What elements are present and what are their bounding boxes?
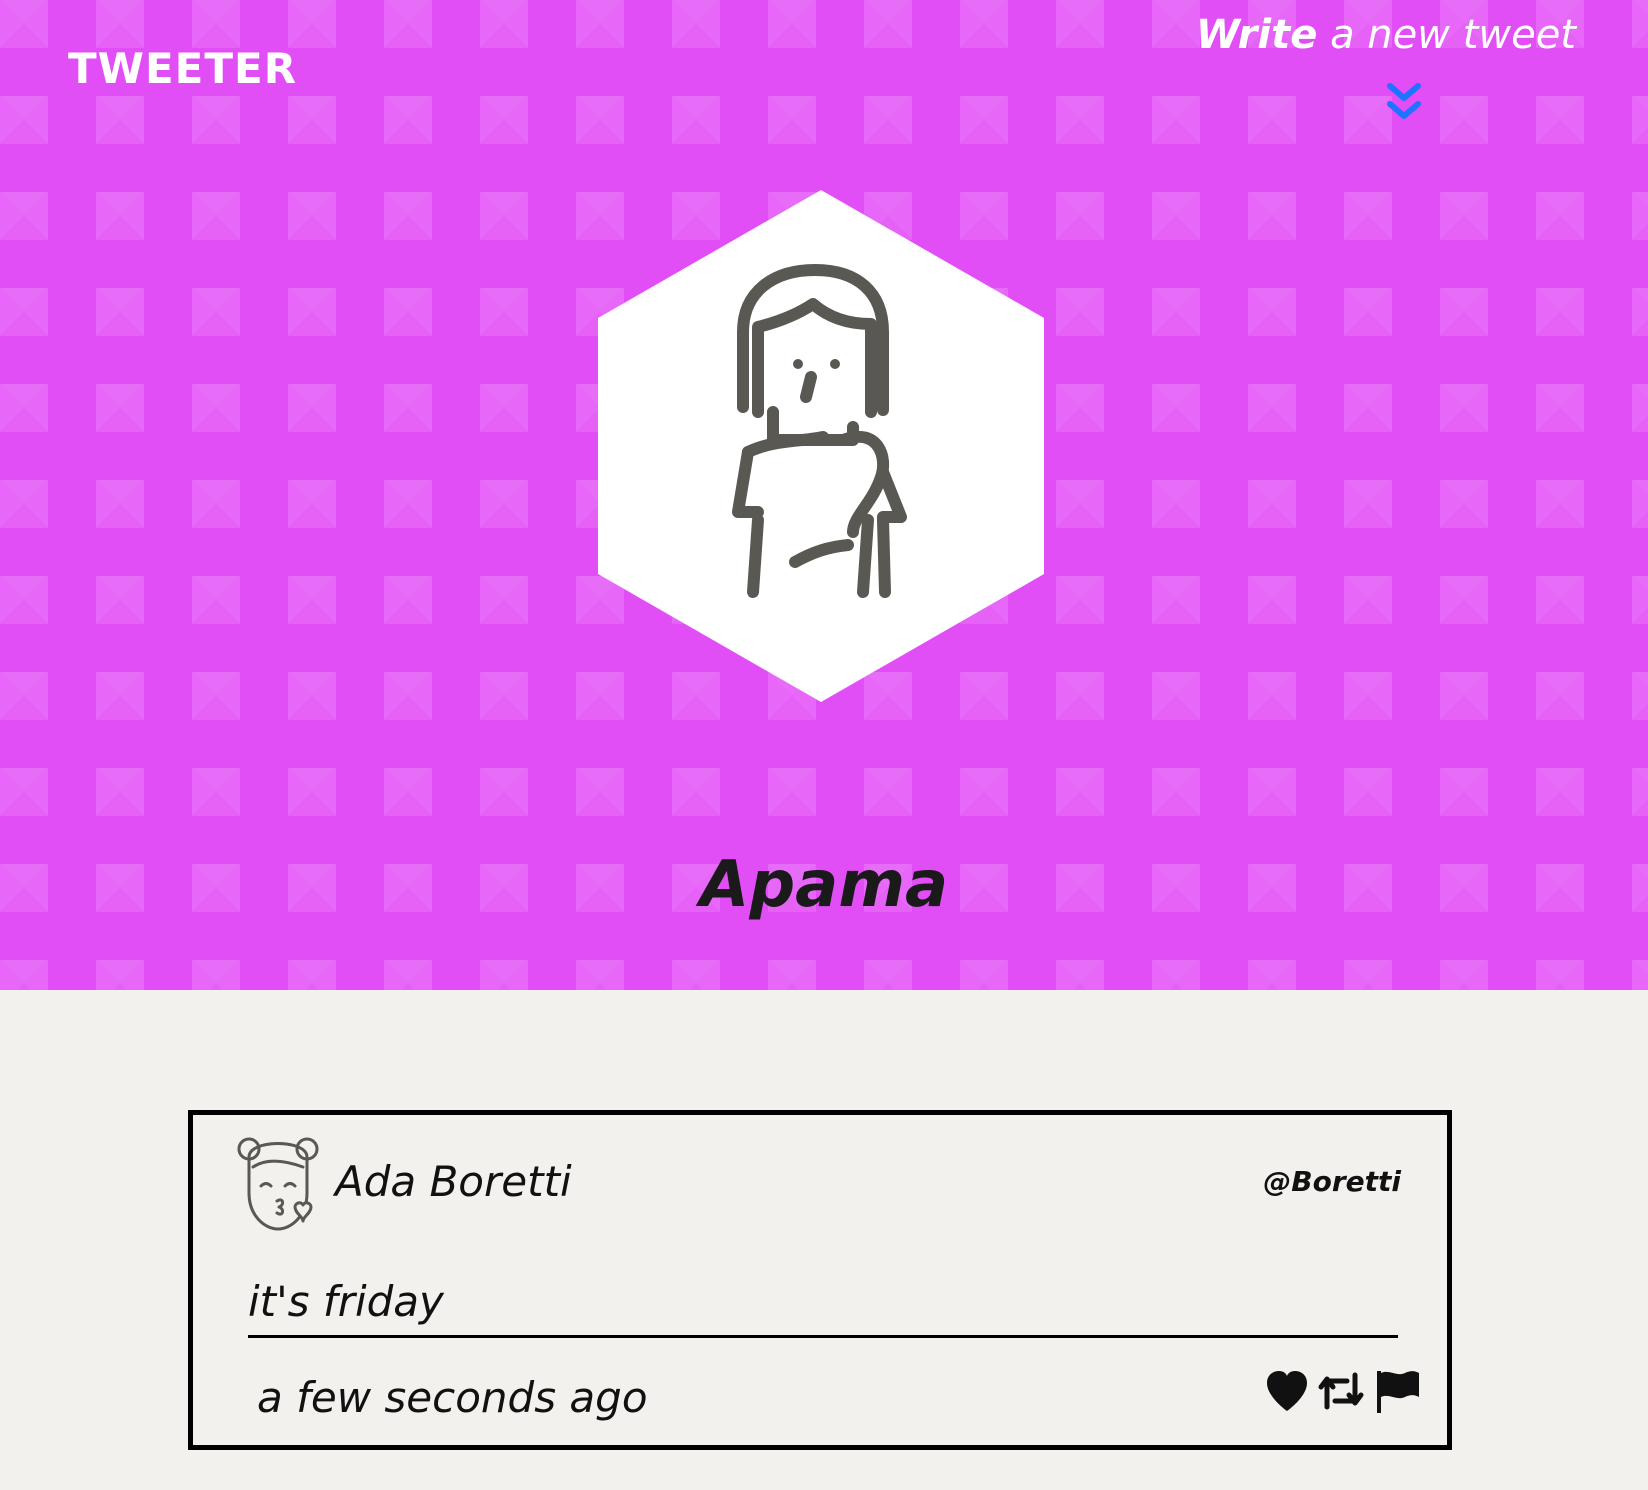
tweet-timestamp: a few seconds ago bbox=[257, 1373, 648, 1422]
flag-icon bbox=[1377, 1371, 1419, 1413]
app-logo: TWEETER bbox=[68, 44, 298, 93]
profile-header: TWEETER Write a new tweet Apama bbox=[0, 0, 1648, 990]
retweet-button[interactable] bbox=[1317, 1367, 1365, 1415]
person-avatar-icon bbox=[732, 264, 907, 598]
retweet-icon bbox=[1318, 1372, 1364, 1410]
tweet-author-name[interactable]: Ada Boretti bbox=[335, 1157, 572, 1206]
compose-text: Write a new tweet bbox=[1196, 12, 1576, 58]
tweet-card: Ada Boretti @Boretti it's friday a few s… bbox=[188, 1110, 1452, 1450]
tweet-text: it's friday bbox=[248, 1277, 1398, 1338]
compose-rest-text: a new tweet bbox=[1317, 12, 1576, 58]
flag-button[interactable] bbox=[1373, 1367, 1421, 1415]
double-chevron-down-icon[interactable] bbox=[1387, 80, 1421, 128]
compose-strong-text: Write bbox=[1195, 12, 1318, 58]
girl-kiss-avatar-icon bbox=[237, 1137, 319, 1231]
profile-username: Apama bbox=[699, 848, 949, 922]
tweet-actions bbox=[1263, 1367, 1425, 1415]
compose-toggle[interactable]: Write a new tweet bbox=[1196, 12, 1576, 119]
heart-icon bbox=[1267, 1371, 1307, 1411]
tweet-author-handle[interactable]: @Boretti bbox=[1263, 1165, 1401, 1198]
like-button[interactable] bbox=[1263, 1367, 1311, 1415]
